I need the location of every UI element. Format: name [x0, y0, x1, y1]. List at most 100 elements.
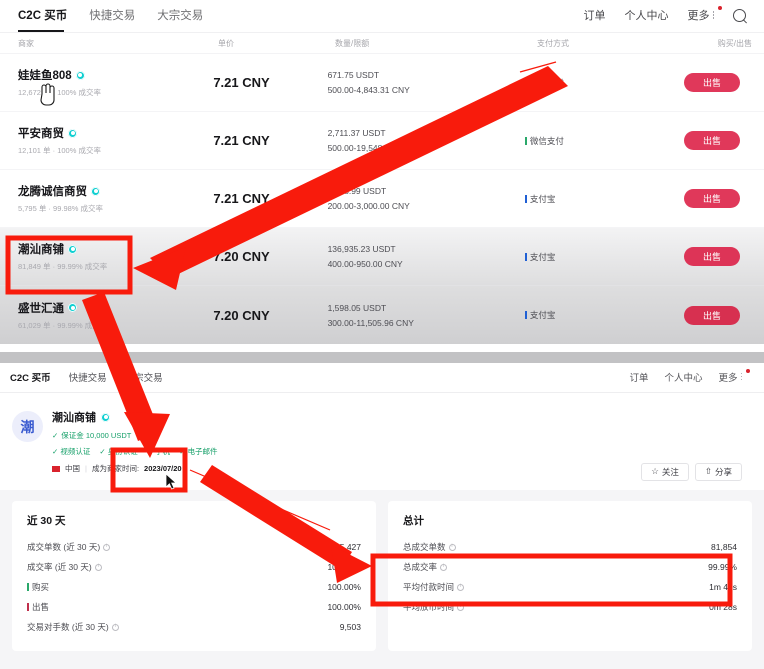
market-nav-right: 订单 个人中心 更多 — [584, 6, 749, 25]
info-icon[interactable]: i — [94, 563, 102, 571]
merchant-stats: 12,101 单 · 100% 成交率 — [18, 146, 101, 155]
table-row[interactable]: 娃娃鱼808 12,672 单 · 100% 成交率 7.21 CNY 671.… — [0, 54, 764, 112]
follow-button[interactable]: ☆ 关注 — [641, 462, 689, 481]
stat-label-wrap: 平均放币时间 i — [403, 601, 465, 613]
action-cell: 出售 — [684, 73, 764, 92]
payment-cell: 微信支付 — [524, 77, 684, 89]
merchant-origin-line: 中国 | 成为商家时间: 2023/07/20 — [52, 463, 218, 474]
notification-dot-icon — [746, 368, 750, 373]
badge-email-verified-label: 电子邮件 — [187, 447, 218, 456]
badge-id-verified: ✓ 身份认证 — [99, 446, 137, 457]
screenshot-separator-band — [0, 352, 764, 363]
verified-badge-icon — [75, 70, 85, 80]
nav-item-quick-trade[interactable]: 快捷交易 — [89, 7, 135, 25]
sell-button[interactable]: 出售 — [684, 189, 740, 208]
merchant-name-wrap: 盛世汇通 — [18, 300, 213, 316]
stat-label: 交易对手数 (近 30 天) — [27, 622, 109, 632]
merchant-name: 平安商贸 — [18, 128, 64, 140]
stat-row: 出售 100.00% — [27, 597, 361, 617]
nav-item-orders[interactable]: 订单 — [629, 370, 648, 386]
sell-button[interactable]: 出售 — [684, 73, 740, 92]
merchant-header-card: 潮 潮汕商铺 ✓ 保证金 10,000 USDT ✓ 视频认证 ✓ 身份认证 ✓… — [0, 393, 764, 490]
page-title: 潮汕商铺 — [52, 412, 96, 424]
amount-cell: 1,598.05 USDT 300.00-11,505.96 CNY — [328, 303, 525, 328]
merchant-name-wrap: 龙腾诚信商贸 — [18, 183, 213, 199]
info-icon[interactable]: i — [457, 583, 465, 591]
avatar: 潮 — [12, 411, 43, 442]
nav-item-user-center[interactable]: 个人中心 — [625, 7, 669, 25]
nav-item-orders[interactable]: 订单 — [584, 7, 606, 25]
nav-item-block-trade[interactable]: 大宗交易 — [125, 370, 163, 386]
table-row[interactable]: 龙腾诚信商贸 5,795 单 · 99.98% 成交率 7.21 CNY 2,9… — [0, 170, 764, 228]
buy-color-bar-icon — [27, 583, 29, 591]
stat-value: 9,503 — [339, 622, 361, 632]
merchant-stats: 12,672 单 · 100% 成交率 — [18, 88, 101, 97]
amount-limit: 200.00-3,000.00 CNY — [327, 201, 410, 211]
nav-item-block-trade[interactable]: 大宗交易 — [157, 7, 203, 25]
merchant-cell[interactable]: 潮汕商铺 81,849 单 · 99.99% 成交率 — [0, 241, 213, 272]
price-cell: 7.20 CNY — [213, 249, 270, 264]
info-icon[interactable]: i — [111, 623, 119, 631]
stat-label-wrap: 交易对手数 (近 30 天) i — [27, 621, 119, 633]
table-row[interactable]: 潮汕商铺 81,849 单 · 99.99% 成交率 7.20 CNY 136,… — [0, 228, 764, 286]
nav-item-quick-trade[interactable]: 快捷交易 — [69, 370, 107, 386]
merchant-cell[interactable]: 平安商贸 12,101 单 · 100% 成交率 — [0, 125, 213, 156]
stat-value: 1m 48s — [709, 582, 737, 592]
merchant-cell[interactable]: 娃娃鱼808 12,672 单 · 100% 成交率 — [0, 67, 213, 98]
search-icon[interactable] — [733, 8, 748, 24]
amount-limit: 400.00-950.00 CNY — [327, 259, 403, 269]
payment-cell: 支付宝 — [524, 193, 684, 205]
sell-button[interactable]: 出售 — [684, 247, 740, 266]
info-icon[interactable]: i — [440, 563, 448, 571]
payment-cell: 支付宝 — [524, 309, 684, 321]
info-icon[interactable]: i — [448, 543, 456, 551]
stats-card-30days: 近 30 天 成交单数 (近 30 天) i 15,427 成交率 (近 30 … — [12, 501, 376, 651]
stat-row: 交易对手数 (近 30 天) i 9,503 — [27, 617, 361, 637]
stat-label-wrap: 成交单数 (近 30 天) i — [27, 541, 111, 553]
stat-label: 总成交单数 — [403, 542, 446, 552]
payment-method-label: 支付宝 — [529, 310, 556, 320]
stats-total-title: 总计 — [403, 515, 424, 527]
merchant-cell[interactable]: 盛世汇通 61,029 单 · 99.99% 成交率 — [0, 300, 213, 331]
sell-color-bar-icon — [27, 603, 29, 611]
info-icon[interactable]: i — [457, 603, 465, 611]
nav-item-c2c-buy[interactable]: C2C 买币 — [10, 370, 51, 386]
verified-badge-icon — [68, 303, 77, 312]
nav-item-user-center[interactable]: 个人中心 — [664, 370, 702, 386]
stat-label-wrap: 购买 — [27, 581, 49, 593]
column-header-payment: 支付方式 — [537, 38, 569, 48]
payment-method-label: 支付宝 — [529, 251, 556, 262]
stat-value: 100.00% — [327, 562, 361, 572]
price-cell: 7.21 CNY — [213, 133, 270, 148]
info-icon[interactable]: i — [103, 543, 111, 551]
stat-row: 成交单数 (近 30 天) i 15,427 — [27, 537, 361, 557]
action-cell: 出售 — [684, 305, 764, 325]
merchant-name: 盛世汇通 — [18, 302, 64, 315]
stat-label: 购买 — [32, 582, 50, 592]
share-button-label: 分享 — [714, 466, 732, 477]
table-row[interactable]: 盛世汇通 61,029 单 · 99.99% 成交率 7.20 CNY 1,59… — [0, 286, 764, 344]
merchant-cell[interactable]: 龙腾诚信商贸 5,795 单 · 99.98% 成交率 — [0, 183, 213, 214]
payment-color-bar-icon — [524, 311, 527, 319]
sell-button[interactable]: 出售 — [684, 131, 740, 150]
payment-method: 微信支付 — [524, 77, 684, 89]
check-icon: ✓ — [146, 447, 154, 456]
table-row[interactable]: 平安商贸 12,101 单 · 100% 成交率 7.21 CNY 2,711.… — [0, 112, 764, 170]
badge-id-verified-label: 身份认证 — [107, 447, 138, 456]
nav-item-more[interactable]: 更多 — [688, 6, 722, 25]
merchant-name: 娃娃鱼808 — [18, 70, 72, 82]
action-cell: 出售 — [684, 247, 764, 266]
nav-item-more[interactable]: 更多 — [718, 368, 750, 386]
deposit-label: 保证金 10,000 USDT — [61, 431, 132, 440]
merchant-stats: 81,849 单 · 99.99% 成交率 — [18, 262, 108, 271]
merchant-name-wrap: 平安商贸 — [18, 125, 213, 141]
sell-button[interactable]: 出售 — [684, 305, 740, 325]
stat-label-wrap: 总成交率 i — [403, 561, 448, 573]
payment-method: 支付宝 — [524, 309, 684, 321]
verified-badge-icon — [68, 128, 77, 138]
stat-value: 100.00% — [327, 582, 361, 592]
vertical-dots-icon — [712, 11, 714, 19]
nav-item-c2c-buy[interactable]: C2C 买币 — [18, 7, 67, 25]
share-button[interactable]: ⇧ 分享 — [694, 462, 742, 481]
profile-navbar: C2C 买币 快捷交易 大宗交易 订单 个人中心 更多 — [0, 363, 764, 393]
